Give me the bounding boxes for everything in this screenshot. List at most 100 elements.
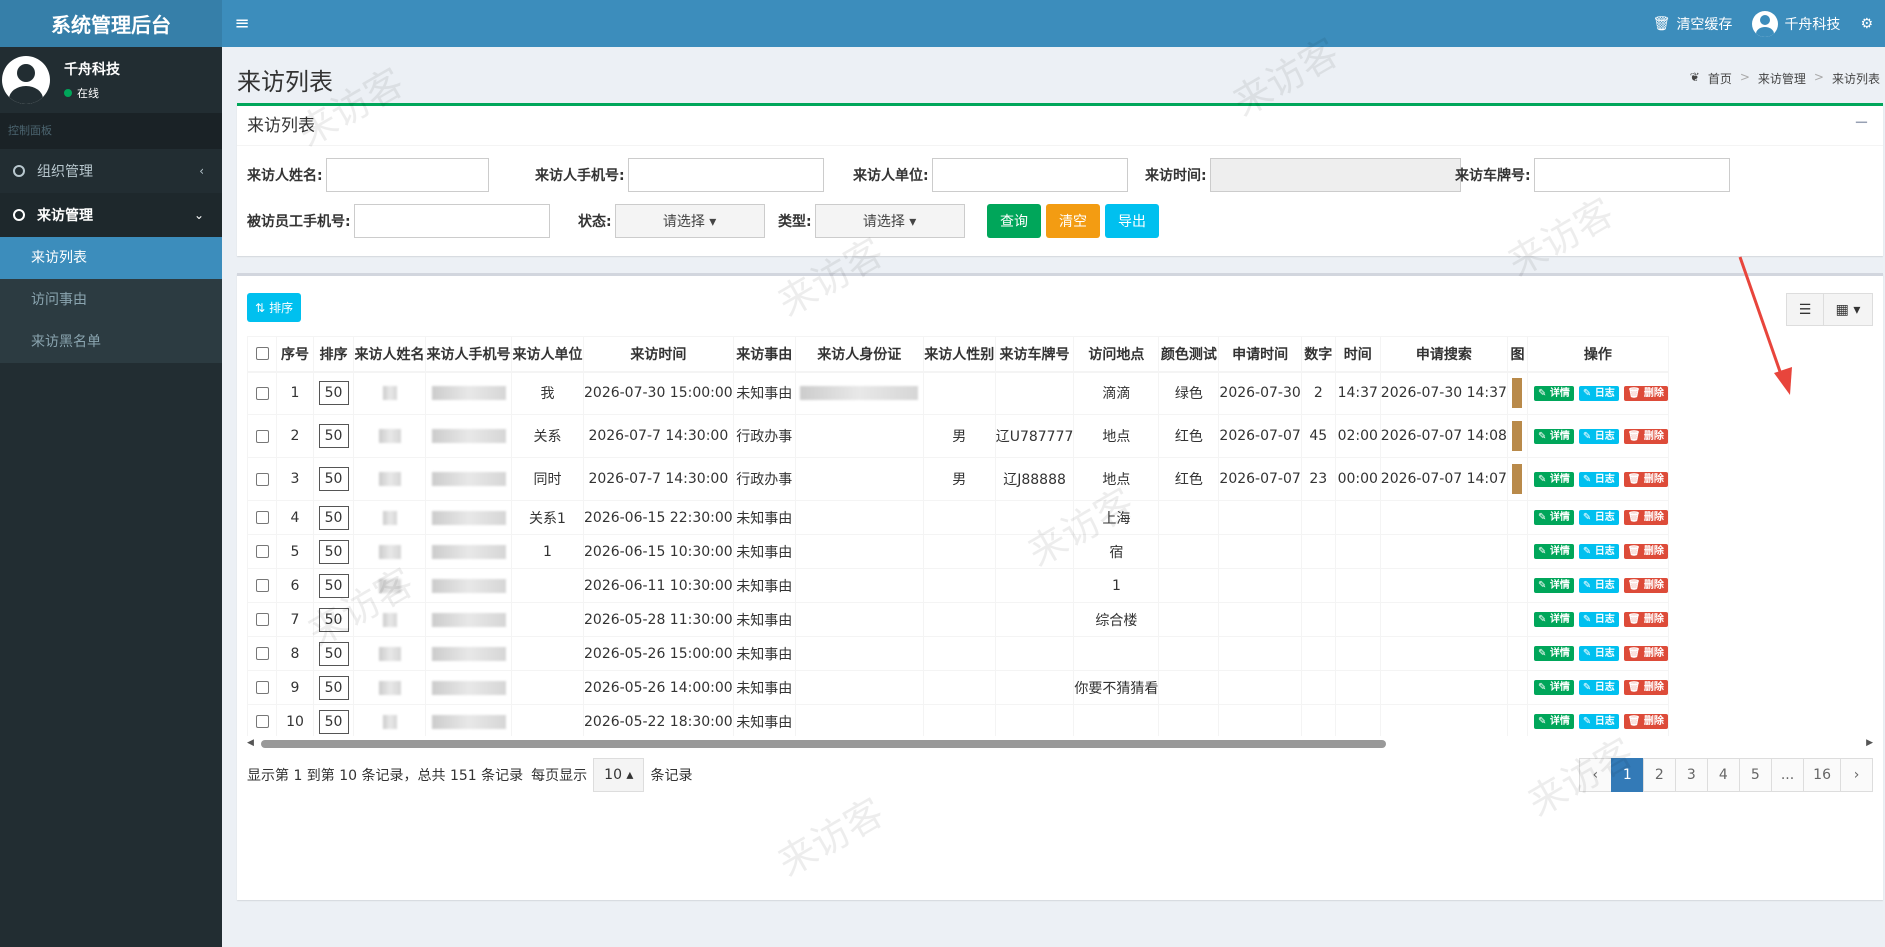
delete-button[interactable]: 🗑 删除: [1623, 578, 1668, 593]
sort-value-input[interactable]: 50: [318, 641, 349, 666]
detail-button[interactable]: ✎ 详情: [1533, 510, 1574, 525]
column-header[interactable]: 访问地点: [1073, 336, 1160, 373]
log-button[interactable]: ✎ 日志: [1578, 428, 1619, 444]
column-header[interactable]: 数字: [1300, 336, 1336, 373]
detail-button[interactable]: ✎ 详情: [1533, 428, 1574, 444]
thumbnail-image[interactable]: [1512, 421, 1523, 451]
page-button[interactable]: 1: [1610, 758, 1644, 792]
column-header[interactable]: 来访人身份证: [794, 336, 924, 373]
detail-button[interactable]: ✎ 详情: [1533, 680, 1574, 695]
column-header[interactable]: 来访人姓名: [353, 336, 426, 373]
delete-button[interactable]: 🗑 删除: [1623, 428, 1668, 444]
page-button[interactable]: 5: [1738, 758, 1772, 792]
page-button[interactable]: 16: [1803, 758, 1841, 792]
column-header[interactable]: 操作: [1526, 336, 1669, 373]
row-checkbox[interactable]: [255, 511, 269, 524]
column-header[interactable]: 来访时间: [583, 336, 734, 373]
log-button[interactable]: ✎ 日志: [1578, 612, 1619, 627]
delete-button[interactable]: 🗑 删除: [1623, 510, 1668, 525]
column-header[interactable]: 图: [1506, 336, 1528, 373]
type-select[interactable]: 请选择 ▾: [814, 204, 965, 238]
sort-value-input[interactable]: 50: [318, 424, 349, 448]
horizontal-scrollbar[interactable]: ◀ ▶: [247, 738, 1873, 748]
column-header[interactable]: 来访人手机号: [425, 336, 512, 373]
breadcrumb-visitor-mgmt[interactable]: 来访管理: [1758, 70, 1806, 87]
delete-button[interactable]: 🗑 删除: [1623, 544, 1668, 559]
row-checkbox[interactable]: [255, 647, 269, 660]
scrollbar-thumb[interactable]: [261, 740, 1386, 748]
log-button[interactable]: ✎ 日志: [1578, 385, 1619, 401]
sort-value-input[interactable]: 50: [318, 709, 349, 734]
scroll-right-icon[interactable]: ▶: [1866, 738, 1873, 748]
row-checkbox[interactable]: [255, 386, 269, 400]
visit-time-input[interactable]: [1209, 158, 1461, 192]
sort-value-input[interactable]: 50: [318, 381, 349, 406]
sidebar-item-visitor[interactable]: 来访管理 ⌄: [0, 193, 222, 237]
log-button[interactable]: ✎ 日志: [1578, 578, 1619, 593]
sort-value-input[interactable]: 50: [318, 573, 349, 598]
log-button[interactable]: ✎ 日志: [1578, 680, 1619, 695]
column-header[interactable]: 来访人单位: [511, 336, 584, 373]
query-button[interactable]: 查询: [987, 204, 1041, 238]
list-view-icon[interactable]: ☰: [1786, 293, 1824, 326]
sidebar-item-visit-reason[interactable]: 访问事由: [0, 279, 222, 321]
detail-button[interactable]: ✎ 详情: [1533, 471, 1574, 487]
log-button[interactable]: ✎ 日志: [1578, 544, 1619, 559]
column-header[interactable]: 来访事由: [732, 336, 796, 373]
log-button[interactable]: ✎ 日志: [1578, 714, 1619, 729]
column-header[interactable]: 申请时间: [1218, 336, 1302, 373]
sort-value-input[interactable]: 50: [318, 675, 349, 700]
export-button[interactable]: 导出: [1105, 204, 1159, 238]
user-menu[interactable]: 千舟科技: [1752, 10, 1840, 37]
delete-button[interactable]: 🗑 删除: [1623, 385, 1668, 401]
detail-button[interactable]: ✎ 详情: [1533, 646, 1574, 661]
delete-button[interactable]: 🗑 删除: [1623, 646, 1668, 661]
delete-button[interactable]: 🗑 删除: [1623, 714, 1668, 729]
visitor-unit-input[interactable]: [931, 158, 1128, 192]
delete-button[interactable]: 🗑 删除: [1623, 471, 1668, 487]
sort-button[interactable]: ⇅ 排序: [247, 293, 302, 322]
visitor-phone-input[interactable]: [627, 158, 824, 192]
page-button[interactable]: ...: [1770, 758, 1805, 792]
thumbnail-image[interactable]: [1512, 378, 1523, 409]
delete-button[interactable]: 🗑 删除: [1623, 680, 1668, 695]
log-button[interactable]: ✎ 日志: [1578, 471, 1619, 487]
app-logo[interactable]: 系统管理后台: [0, 0, 222, 47]
column-header[interactable]: 序号: [276, 336, 314, 373]
detail-button[interactable]: ✎ 详情: [1533, 612, 1574, 627]
page-button[interactable]: 4: [1706, 758, 1740, 792]
page-size-select[interactable]: 10 ▴: [593, 758, 645, 792]
row-checkbox[interactable]: [255, 472, 269, 486]
sidebar-toggle-icon[interactable]: ≡: [222, 13, 262, 34]
sidebar-item-org[interactable]: 组织管理 ‹: [0, 149, 222, 193]
breadcrumb-home[interactable]: 首页: [1708, 70, 1732, 87]
sort-value-input[interactable]: 50: [318, 505, 349, 530]
visitor-name-input[interactable]: [325, 158, 489, 192]
scroll-left-icon[interactable]: ◀: [247, 738, 254, 748]
select-all-checkbox[interactable]: [255, 347, 269, 361]
delete-button[interactable]: 🗑 删除: [1623, 612, 1668, 627]
detail-button[interactable]: ✎ 详情: [1533, 578, 1574, 593]
row-checkbox[interactable]: [255, 715, 269, 728]
sidebar-item-visitor-list[interactable]: 来访列表: [0, 237, 222, 279]
detail-button[interactable]: ✎ 详情: [1533, 385, 1574, 401]
column-header[interactable]: 排序: [313, 336, 354, 373]
column-header[interactable]: 颜色测试: [1158, 336, 1220, 373]
sort-value-input[interactable]: 50: [318, 607, 349, 632]
log-button[interactable]: ✎ 日志: [1578, 646, 1619, 661]
clear-cache-button[interactable]: 🗑 清空缓存: [1653, 14, 1733, 34]
row-checkbox[interactable]: [255, 579, 269, 592]
log-button[interactable]: ✎ 日志: [1578, 510, 1619, 525]
staff-phone-input[interactable]: [353, 204, 550, 238]
detail-button[interactable]: ✎ 详情: [1533, 544, 1574, 559]
column-header[interactable]: 时间: [1334, 336, 1381, 373]
gear-icon[interactable]: ⚙: [1860, 16, 1873, 32]
status-select[interactable]: 请选择 ▾: [614, 204, 765, 238]
prev-page-button[interactable]: ‹: [1578, 758, 1612, 792]
row-checkbox[interactable]: [255, 613, 269, 626]
row-checkbox[interactable]: [255, 545, 269, 558]
thumbnail-image[interactable]: [1512, 464, 1523, 494]
clear-button[interactable]: 清空: [1046, 204, 1100, 238]
columns-toggle-icon[interactable]: ▦ ▾: [1823, 293, 1873, 326]
page-button[interactable]: 3: [1674, 758, 1708, 792]
